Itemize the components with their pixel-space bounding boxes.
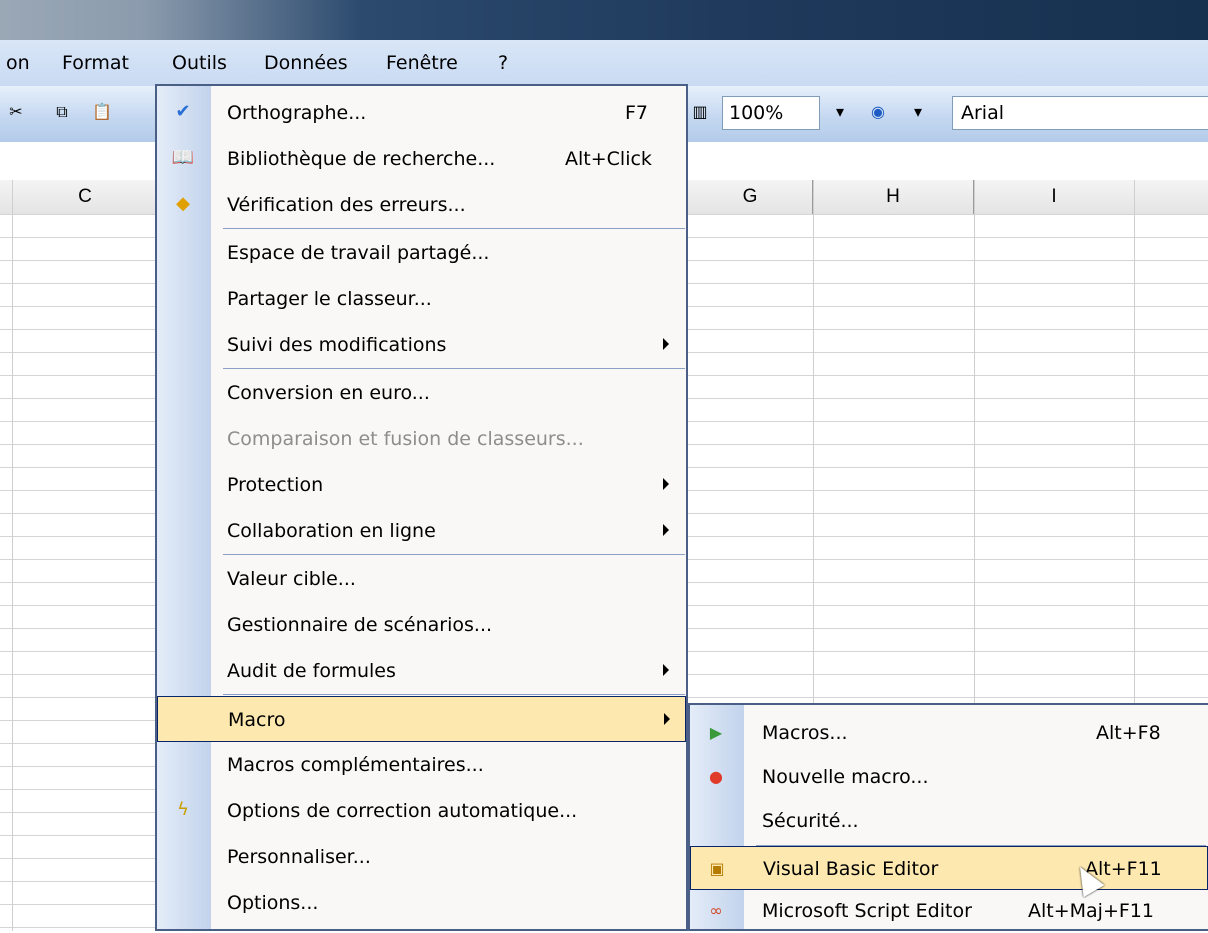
menu-item-conversion-euro[interactable]: Conversion en euro...: [157, 370, 686, 416]
menu-item-edition[interactable]: on: [0, 46, 38, 80]
menu-item-fenetre[interactable]: Fenêtre: [378, 46, 466, 80]
menu-item-label: Microsoft Script Editor: [762, 900, 972, 922]
paste-icon[interactable]: 📋: [90, 100, 114, 124]
cut-icon[interactable]: ✂: [4, 100, 28, 124]
menu-item-label: Conversion en euro...: [227, 382, 430, 404]
submenu-item-script-editor[interactable]: ∞ Microsoft Script Editor Alt+Maj+F11: [690, 889, 1208, 933]
menu-item-label: Vérification des erreurs...: [227, 194, 466, 216]
menu-separator: [223, 228, 685, 229]
menu-item-label: Orthographe...: [227, 102, 367, 124]
chevron-down-icon[interactable]: ▾: [828, 100, 852, 124]
menu-item-macro[interactable]: Macro: [157, 696, 686, 742]
script-editor-icon: ∞: [709, 901, 723, 920]
menu-item-label: Partager le classeur...: [227, 288, 432, 310]
menu-item-label: Valeur cible...: [227, 568, 356, 590]
copy-icon[interactable]: ⧉: [50, 100, 74, 124]
menu-item-label: Options...: [227, 892, 319, 914]
menu-item-audit-formules[interactable]: Audit de formules: [157, 648, 686, 694]
column-header-c[interactable]: C: [0, 180, 171, 214]
submenu-item-securite[interactable]: Sécurité...: [690, 799, 1208, 843]
font-dropdown[interactable]: Arial: [952, 96, 1208, 130]
menu-item-bibliotheque[interactable]: 📖 Bibliothèque de recherche... Alt+Click: [157, 136, 686, 182]
menu-item-label: Collaboration en ligne: [227, 520, 436, 542]
menu-item-correction-auto[interactable]: ϟ Options de correction automatique...: [157, 788, 686, 834]
submenu-arrow-icon: [663, 478, 669, 490]
run-macro-icon: ▶: [709, 723, 723, 742]
menu-item-partager[interactable]: Partager le classeur...: [157, 276, 686, 322]
menu-bar: on Format Outils Données Fenêtre ?: [0, 40, 1208, 86]
menu-item-label: Personnaliser...: [227, 846, 371, 868]
macro-submenu: ▶ Macros... Alt+F8 ● Nouvelle macro... S…: [688, 703, 1208, 931]
menu-item-personnaliser[interactable]: Personnaliser...: [157, 834, 686, 880]
toolbar-options-icon[interactable]: ▾: [906, 100, 930, 124]
menu-item-format[interactable]: Format: [54, 46, 137, 80]
menu-item-outils[interactable]: Outils: [164, 46, 235, 80]
menu-item-label: Options de correction automatique...: [227, 800, 578, 822]
menu-item-label: Macro: [228, 709, 286, 731]
submenu-item-macros[interactable]: ▶ Macros... Alt+F8: [690, 711, 1208, 755]
zoom-value: 100%: [729, 102, 784, 124]
menu-item-label: Bibliothèque de recherche...: [227, 148, 496, 170]
chart-wizard-icon[interactable]: ▥: [688, 100, 712, 124]
menu-item-shortcut: F7: [625, 102, 649, 124]
menu-item-label: Visual Basic Editor: [763, 858, 939, 880]
submenu-arrow-icon: [663, 524, 669, 536]
outils-menu: ✔ Orthographe... F7 📖 Bibliothèque de re…: [155, 84, 688, 931]
menu-item-help[interactable]: ?: [490, 46, 516, 80]
autocorrect-icon: ϟ: [177, 799, 189, 820]
menu-item-donnees[interactable]: Données: [256, 46, 356, 80]
submenu-arrow-icon: [663, 664, 669, 676]
help-icon[interactable]: ◉: [866, 100, 890, 124]
menu-item-verification[interactable]: ◆ Vérification des erreurs...: [157, 182, 686, 228]
menu-item-macros-complementaires[interactable]: Macros complémentaires...: [157, 742, 686, 788]
menu-item-label: Nouvelle macro...: [762, 766, 929, 788]
menu-item-label: Macros...: [762, 722, 848, 744]
menu-item-label: Macros complémentaires...: [227, 754, 484, 776]
vba-editor-icon: ▣: [709, 859, 725, 878]
menu-item-shortcut: Alt+Click: [565, 148, 652, 170]
record-icon: ●: [709, 767, 723, 786]
menu-separator: [223, 554, 685, 555]
column-header-i[interactable]: I: [974, 180, 1135, 214]
menu-item-shortcut: Alt+Maj+F11: [1028, 900, 1154, 922]
menu-item-label: Comparaison et fusion de classeurs...: [227, 428, 584, 450]
error-check-icon: ◆: [176, 193, 190, 214]
submenu-item-vba-editor[interactable]: ▣ Visual Basic Editor Alt+F11: [690, 846, 1208, 890]
submenu-arrow-icon: [663, 338, 669, 350]
title-bar: [0, 0, 1208, 40]
menu-item-comparaison: Comparaison et fusion de classeurs...: [157, 416, 686, 462]
submenu-arrow-icon: [664, 713, 670, 725]
menu-item-collaboration[interactable]: Collaboration en ligne: [157, 508, 686, 554]
menu-item-shortcut: Alt+F8: [1096, 722, 1161, 744]
font-value: Arial: [961, 102, 1005, 124]
grid-line: [12, 180, 13, 931]
menu-item-espace-travail[interactable]: Espace de travail partagé...: [157, 230, 686, 276]
menu-item-label: Gestionnaire de scénarios...: [227, 614, 493, 636]
menu-item-protection[interactable]: Protection: [157, 462, 686, 508]
menu-item-label: Protection: [227, 474, 324, 496]
column-header-g[interactable]: G: [688, 180, 813, 214]
column-header-h[interactable]: H: [813, 180, 974, 214]
menu-separator: [223, 368, 685, 369]
menu-item-label: Suivi des modifications: [227, 334, 447, 356]
menu-item-label: Sécurité...: [762, 810, 859, 832]
menu-separator: [223, 694, 685, 695]
menu-item-valeur-cible[interactable]: Valeur cible...: [157, 556, 686, 602]
menu-item-label: Espace de travail partagé...: [227, 242, 490, 264]
menu-item-gestionnaire-scenarios[interactable]: Gestionnaire de scénarios...: [157, 602, 686, 648]
submenu-item-nouvelle-macro[interactable]: ● Nouvelle macro...: [690, 755, 1208, 799]
spell-check-icon: ✔: [175, 101, 191, 122]
research-icon: 📖: [171, 147, 195, 168]
menu-item-label: Audit de formules: [227, 660, 396, 682]
menu-item-orthographe[interactable]: ✔ Orthographe... F7: [157, 90, 686, 136]
menu-item-suivi[interactable]: Suivi des modifications: [157, 322, 686, 368]
menu-item-options[interactable]: Options...: [157, 880, 686, 926]
zoom-dropdown[interactable]: 100%: [722, 96, 820, 130]
